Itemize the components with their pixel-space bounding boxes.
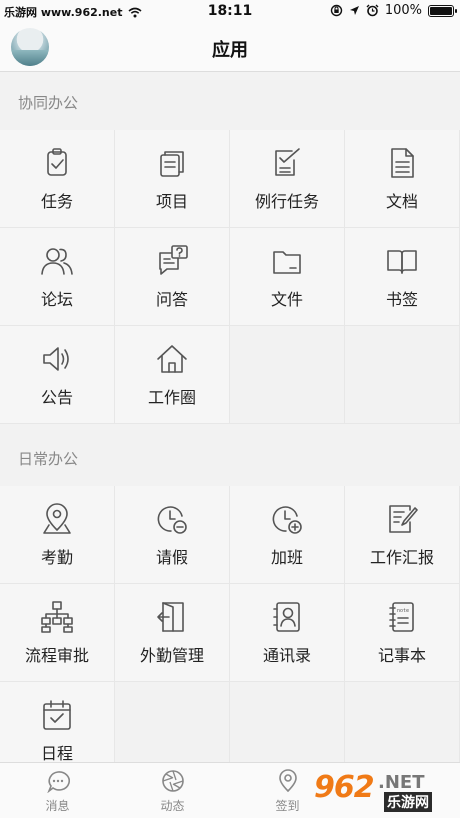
empty-cell [230, 682, 345, 762]
tab-item[interactable]: 动态 [115, 763, 230, 818]
app-item-label: 文档 [385, 192, 418, 211]
home-icon [157, 345, 187, 373]
nav-bar: 应用 [0, 24, 460, 72]
app-item-label: 日程 [40, 744, 73, 762]
app-item[interactable]: 项目 [115, 130, 230, 228]
message-icon [46, 771, 70, 793]
empty-cell [345, 682, 460, 762]
contacts-icon [273, 602, 300, 632]
app-item-label: 外勤管理 [139, 646, 204, 665]
location-pin-icon [43, 503, 71, 534]
battery-percent: 100% [384, 3, 422, 18]
app-grid-collab: 任务 项目 例行任务 文档论坛 问答 文件 书签公告 工作圈 [0, 130, 460, 424]
tab-item[interactable]: 消息 [0, 763, 115, 818]
watermark-number: 962 [314, 770, 375, 805]
app-item[interactable]: 书签 [345, 228, 460, 326]
tab-label: 动态 [160, 799, 185, 813]
app-item[interactable]: 公告 [0, 326, 115, 424]
app-item[interactable]: 文档 [345, 130, 460, 228]
location-arrow-icon [349, 6, 359, 15]
app-item[interactable]: 流程审批 [0, 584, 115, 682]
tab-label: 签到 [275, 799, 300, 813]
app-grid-daily: 考勤 请假 加班 工作汇报流程审批 外勤管理 通讯录 note 记事本日程 [0, 486, 460, 762]
app-item[interactable]: 文件 [230, 228, 345, 326]
section-title-collab: 协同办公 [18, 94, 79, 112]
app-item[interactable]: 日程 [0, 682, 115, 762]
app-item-label: 问答 [155, 290, 188, 309]
svg-text:note: note [397, 608, 409, 614]
app-item-label: 通讯录 [262, 646, 311, 665]
app-item-label: 任务 [40, 192, 73, 211]
app-item-label: 项目 [155, 192, 188, 211]
folder-icon [273, 251, 301, 274]
app-item-label: 书签 [385, 290, 418, 309]
calendar-icon [43, 700, 71, 730]
checklist-icon [275, 148, 300, 176]
page-title: 应用 [212, 40, 248, 61]
lock-rotation-icon [330, 4, 343, 17]
door-exit-icon [157, 602, 184, 632]
app-item[interactable]: note 记事本 [345, 584, 460, 682]
app-item-label: 工作汇报 [369, 548, 434, 567]
empty-cell [230, 326, 345, 424]
app-item-label: 记事本 [377, 646, 426, 665]
app-item-label: 论坛 [40, 290, 73, 309]
app-item-label: 例行任务 [254, 192, 319, 211]
section-title-daily: 日常办公 [18, 450, 79, 468]
app-item[interactable]: 加班 [230, 486, 345, 584]
alarm-icon [366, 4, 379, 17]
watermark-logo: 962 .NET 乐游网 [314, 766, 454, 814]
app-item[interactable]: 问答 [115, 228, 230, 326]
tab-label: 消息 [45, 799, 70, 813]
stacked-cards-icon [160, 151, 184, 177]
app-item[interactable]: 请假 [115, 486, 230, 584]
app-item[interactable]: 外勤管理 [115, 584, 230, 682]
clipboard-check-icon [47, 148, 67, 176]
document-icon [391, 148, 414, 178]
org-chart-icon [41, 601, 73, 633]
app-item[interactable]: 通讯录 [230, 584, 345, 682]
watermark-cn: 乐游网 [384, 792, 432, 812]
app-item-label: 文件 [270, 290, 303, 309]
app-item[interactable]: 考勤 [0, 486, 115, 584]
aperture-icon [161, 770, 184, 792]
empty-cell [345, 326, 460, 424]
app-item[interactable]: 论坛 [0, 228, 115, 326]
app-item[interactable]: 工作汇报 [345, 486, 460, 584]
app-item-label: 考勤 [40, 548, 73, 567]
watermark-net: .NET [378, 772, 425, 793]
app-item[interactable]: 例行任务 [230, 130, 345, 228]
status-bar: 乐游网 www.962.net 18:11 100% [0, 0, 460, 24]
app-item-label: 工作圈 [147, 388, 196, 407]
status-right: 100% [330, 3, 457, 18]
empty-cell [115, 682, 230, 762]
users-icon [41, 248, 73, 275]
app-item-label: 公告 [40, 388, 73, 407]
app-item-label: 加班 [270, 548, 303, 567]
notebook-icon: note [389, 602, 414, 632]
app-item-label: 流程审批 [24, 646, 89, 665]
app-item[interactable]: 任务 [0, 130, 115, 228]
clock-plus-icon [272, 506, 302, 534]
chat-question-icon [159, 245, 188, 275]
location-pin-icon [278, 769, 297, 793]
speaker-icon [43, 347, 69, 371]
app-item-label: 请假 [155, 548, 188, 567]
book-icon [387, 250, 417, 274]
battery-icon [428, 4, 457, 17]
app-item[interactable]: 工作圈 [115, 326, 230, 424]
clock-minus-icon [157, 506, 187, 534]
edit-report-icon [389, 505, 418, 533]
